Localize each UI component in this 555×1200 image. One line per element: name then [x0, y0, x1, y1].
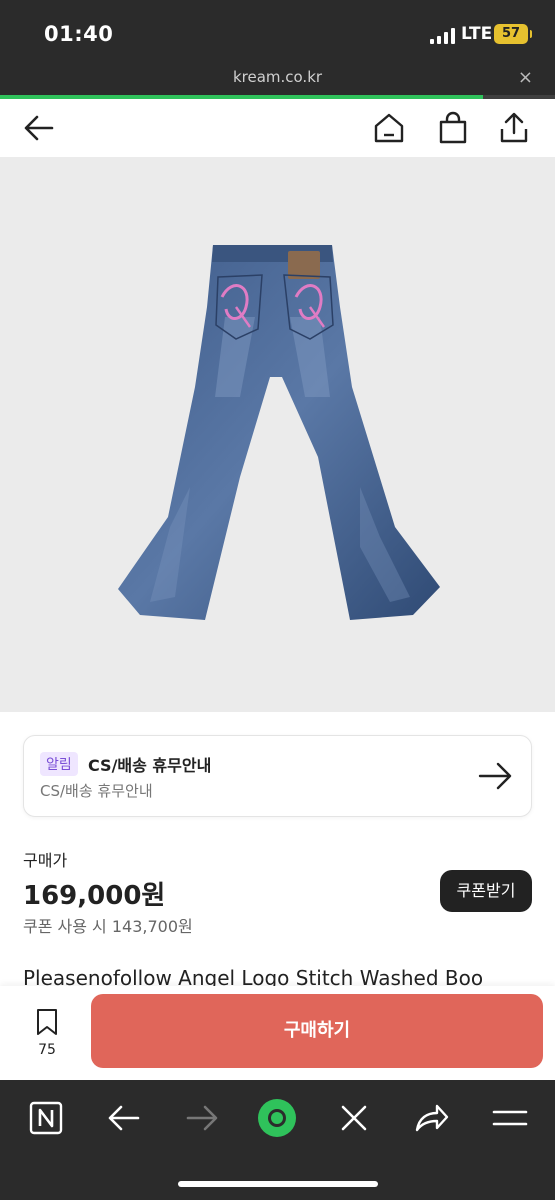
menu-icon[interactable]	[490, 1098, 530, 1138]
status-time: 01:40	[44, 22, 114, 46]
share-icon[interactable]	[497, 111, 531, 145]
price-label: 구매가	[23, 851, 68, 870]
coupon-button[interactable]: 쿠폰받기	[440, 870, 532, 912]
bookmark-button[interactable]: 75	[26, 1008, 68, 1068]
notice-badge: 알림	[40, 752, 78, 776]
home-icon[interactable]	[372, 111, 406, 145]
bookmark-icon	[37, 1009, 57, 1035]
url-bar[interactable]: kream.co.kr ×	[0, 64, 555, 96]
forward-nav-icon[interactable]	[182, 1098, 222, 1138]
bookmark-count: 75	[38, 1042, 56, 1058]
app-header	[0, 99, 555, 157]
back-nav-icon[interactable]	[104, 1098, 144, 1138]
back-arrow-icon[interactable]	[22, 111, 56, 145]
naver-n-icon[interactable]	[26, 1098, 66, 1138]
signal-icon	[430, 28, 455, 44]
home-indicator	[178, 1181, 378, 1187]
arrow-right-icon[interactable]	[477, 758, 513, 794]
coupon-price: 쿠폰 사용 시 143,700원	[23, 917, 193, 936]
buy-bar: 75 구매하기	[0, 986, 555, 1080]
battery-indicator: 57	[494, 24, 532, 44]
network-label: LTE	[461, 24, 493, 44]
notice-title: CS/배송 휴무안내	[88, 756, 212, 775]
notice-card[interactable]: 알림 CS/배송 휴무안내 CS/배송 휴무안내	[23, 735, 532, 817]
url-text[interactable]: kream.co.kr	[0, 68, 555, 86]
buy-button[interactable]: 구매하기	[91, 994, 543, 1068]
price-value: 169,000원	[23, 881, 166, 911]
green-dot-icon[interactable]	[257, 1098, 297, 1138]
close-tab-icon[interactable]	[334, 1098, 374, 1138]
status-bar: 01:40 LTE 57	[0, 0, 555, 64]
notice-subtitle: CS/배송 휴무안내	[40, 782, 153, 800]
shopping-bag-icon[interactable]	[436, 111, 470, 145]
close-icon[interactable]: ×	[518, 67, 533, 88]
product-image[interactable]	[0, 157, 555, 712]
share-arrow-icon[interactable]	[411, 1098, 451, 1138]
